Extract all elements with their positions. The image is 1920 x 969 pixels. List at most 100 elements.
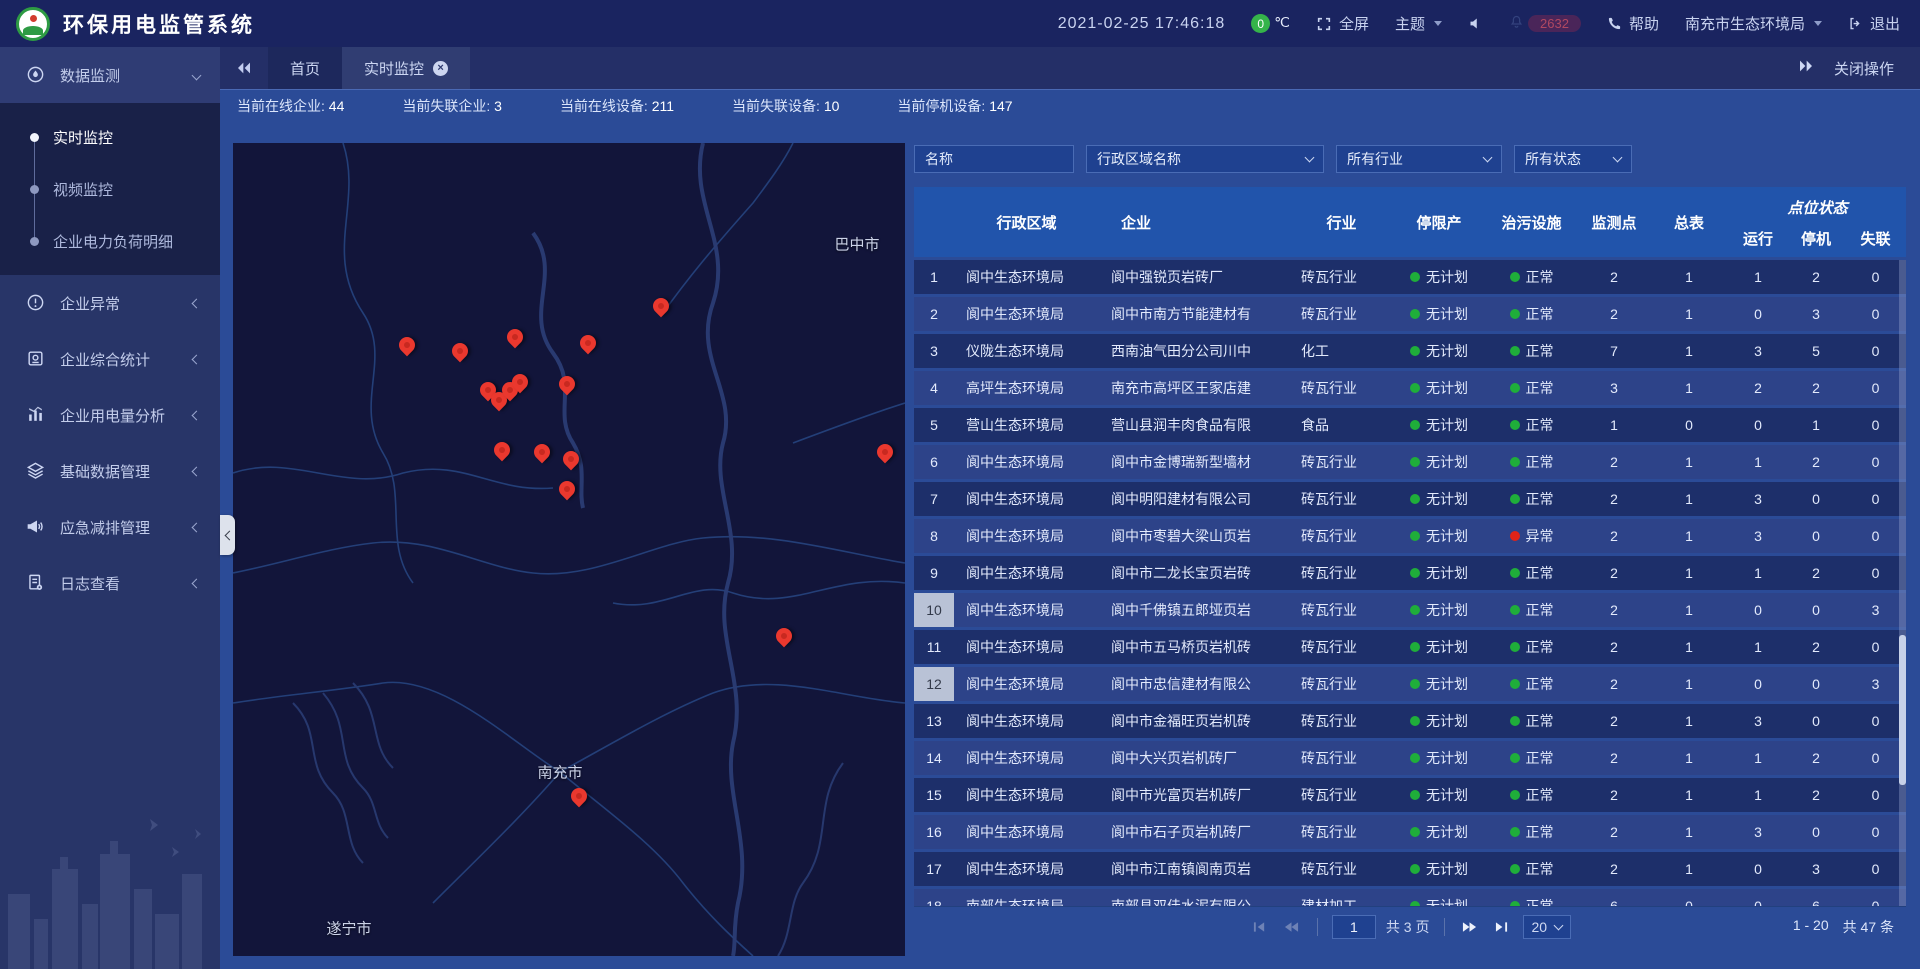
col-row-number	[914, 187, 954, 257]
sidebar-item[interactable]: 数据监测	[0, 47, 220, 103]
page-size-select[interactable]: 20	[1523, 915, 1572, 939]
map-panel[interactable]: 巴中市南充市遂宁市	[233, 143, 905, 956]
table-row[interactable]: 1 阆中生态环境局 阆中强锐页岩砖厂 砖瓦行业 无计划 正常 2 1 1 2 0	[914, 260, 1906, 294]
cell-row-number: 10	[914, 593, 954, 627]
sidebar-item[interactable]: 企业综合统计	[0, 331, 220, 387]
table-row[interactable]: 5 营山生态环境局 营山县润丰肉食品有限 食品 无计划 正常 1 0 0 1 0	[914, 408, 1906, 442]
cell-industry: 砖瓦行业	[1289, 667, 1394, 701]
megaphone-icon	[26, 517, 46, 537]
org-menu[interactable]: 南充市生态环境局	[1685, 13, 1822, 34]
last-page-button[interactable]	[1491, 916, 1513, 938]
sidebar-item[interactable]: 基础数据管理	[0, 443, 220, 499]
industry-filter-select[interactable]: 所有行业	[1336, 145, 1502, 173]
table-row[interactable]: 10 阆中生态环境局 阆中千佛镇五郎垭页岩 砖瓦行业 无计划 正常 2 1 0 …	[914, 593, 1906, 627]
sidebar-item[interactable]: 日志查看	[0, 555, 220, 611]
cell-company: 阆中市金福旺页岩机砖	[1099, 704, 1289, 738]
table-row[interactable]: 4 高坪生态环境局 南充市高坪区王家店建 砖瓦行业 无计划 正常 3 1 2 2…	[914, 371, 1906, 405]
sidebar-item-label: 企业用电量分析	[60, 405, 165, 426]
cell-company: 阆中市南方节能建材有	[1099, 297, 1289, 331]
table-row[interactable]: 6 阆中生态环境局 阆中市金博瑞新型墙材 砖瓦行业 无计划 正常 2 1 1 2…	[914, 445, 1906, 479]
tabs-scroll-right-button[interactable]	[1798, 59, 1814, 77]
status-dot-icon	[1410, 753, 1420, 763]
sidebar-subitem[interactable]: 实时监控	[0, 111, 220, 163]
theme-menu[interactable]: 主题	[1395, 13, 1442, 34]
table-row[interactable]: 8 阆中生态环境局 阆中市枣碧大梁山页岩 砖瓦行业 无计划 异常 2 1 3 0…	[914, 519, 1906, 553]
sidebar-collapse-handle[interactable]	[220, 515, 235, 555]
tab-realtime-monitor[interactable]: 实时监控 ×	[342, 47, 470, 89]
sidebar-item[interactable]: 企业异常	[0, 275, 220, 331]
tab-close-icon[interactable]: ×	[433, 61, 448, 76]
cell-industry: 建材加工	[1289, 889, 1394, 906]
stat-item: 当前停机设备: 147	[897, 96, 1012, 116]
status-filter-select[interactable]: 所有状态	[1514, 145, 1632, 173]
status-dot-icon	[1510, 679, 1520, 689]
page-number-input[interactable]	[1332, 915, 1376, 939]
cell-total-meter: 0	[1649, 889, 1729, 906]
cell-row-number: 6	[914, 445, 954, 479]
cell-facility-status: 正常	[1484, 741, 1579, 775]
cell-company: 南充市高坪区王家店建	[1099, 371, 1289, 405]
mute-button[interactable]	[1468, 16, 1483, 31]
region-filter-select[interactable]: 行政区域名称	[1086, 145, 1324, 173]
cell-lost-count: 0	[1845, 741, 1906, 775]
cell-limit-status: 无计划	[1394, 371, 1484, 405]
app-title: 环保用电监管系统	[63, 9, 255, 39]
cell-company: 南部县双佳水泥有限公	[1099, 889, 1289, 906]
table-row[interactable]: 16 阆中生态环境局 阆中市石子页岩机砖厂 砖瓦行业 无计划 正常 2 1 3 …	[914, 815, 1906, 849]
cell-run-count: 1	[1729, 445, 1787, 479]
table-row[interactable]: 3 仪陇生态环境局 西南油气田分公司川中 化工 无计划 正常 7 1 3 5 0	[914, 334, 1906, 368]
cell-facility-status: 正常	[1484, 667, 1579, 701]
tabs-scroll-left-button[interactable]	[220, 47, 268, 89]
logout-button[interactable]: 退出	[1848, 13, 1900, 34]
status-dot-icon	[1410, 420, 1420, 430]
sidebar-subitem-label: 企业电力负荷明细	[53, 231, 173, 252]
tab-home[interactable]: 首页	[268, 47, 342, 89]
table-row[interactable]: 12 阆中生态环境局 阆中市忠信建材有限公 砖瓦行业 无计划 正常 2 1 0 …	[914, 667, 1906, 701]
cell-facility-status: 正常	[1484, 778, 1579, 812]
next-page-button[interactable]	[1459, 916, 1481, 938]
name-filter-input[interactable]	[914, 145, 1074, 173]
chevron-down-icon	[1483, 153, 1493, 163]
table-row[interactable]: 9 阆中生态环境局 阆中市二龙长宝页岩砖 砖瓦行业 无计划 正常 2 1 1 2…	[914, 556, 1906, 590]
sidebar-item[interactable]: 应急减排管理	[0, 499, 220, 555]
sidebar-subitem[interactable]: 视频监控	[0, 163, 220, 215]
table-row[interactable]: 11 阆中生态环境局 阆中市五马桥页岩机砖 砖瓦行业 无计划 正常 2 1 1 …	[914, 630, 1906, 664]
col-group-point-status: 点位状态	[1729, 187, 1906, 220]
range-label: 1 - 20	[1793, 917, 1829, 937]
table-row[interactable]: 18 南部生态环境局 南部县双佳水泥有限公 建材加工 无计划 正常 6 0 0 …	[914, 889, 1906, 906]
first-page-button[interactable]	[1249, 916, 1271, 938]
cell-industry: 砖瓦行业	[1289, 297, 1394, 331]
cell-total-meter: 1	[1649, 260, 1729, 294]
status-dot-icon	[1510, 531, 1520, 541]
sidebar-subitem[interactable]: 企业电力负荷明细	[0, 215, 220, 267]
table-row[interactable]: 2 阆中生态环境局 阆中市南方节能建材有 砖瓦行业 无计划 正常 2 1 0 3…	[914, 297, 1906, 331]
cell-limit-status: 无计划	[1394, 852, 1484, 886]
cell-industry: 砖瓦行业	[1289, 593, 1394, 627]
cell-monitor-count: 2	[1579, 778, 1649, 812]
help-button[interactable]: 帮助	[1607, 13, 1659, 34]
chevron-left-icon	[192, 354, 202, 364]
table-scrollbar[interactable]	[1899, 260, 1906, 906]
table-row[interactable]: 13 阆中生态环境局 阆中市金福旺页岩机砖 砖瓦行业 无计划 正常 2 1 3 …	[914, 704, 1906, 738]
cell-row-number: 14	[914, 741, 954, 775]
map-city-label: 南充市	[537, 762, 582, 783]
next-page-icon	[1462, 921, 1477, 933]
fullscreen-button[interactable]: 全屏	[1316, 13, 1369, 34]
cell-run-count: 1	[1729, 260, 1787, 294]
stat-value: 211	[652, 98, 674, 114]
cell-run-count: 1	[1729, 630, 1787, 664]
scrollbar-thumb[interactable]	[1899, 635, 1906, 785]
table-row[interactable]: 15 阆中生态环境局 阆中市光富页岩机砖厂 砖瓦行业 无计划 正常 2 1 1 …	[914, 778, 1906, 812]
cell-facility-status: 正常	[1484, 408, 1579, 442]
prev-page-button[interactable]	[1281, 916, 1303, 938]
table-row[interactable]: 7 阆中生态环境局 阆中明阳建材有限公司 砖瓦行业 无计划 正常 2 1 3 0…	[914, 482, 1906, 516]
notification-widget[interactable]: 2632	[1509, 14, 1581, 33]
status-dot-icon	[1410, 531, 1420, 541]
cell-limit-status: 无计划	[1394, 297, 1484, 331]
cell-lost-count: 0	[1845, 630, 1906, 664]
cell-run-count: 1	[1729, 741, 1787, 775]
table-row[interactable]: 17 阆中生态环境局 阆中市江南镇阆南页岩 砖瓦行业 无计划 正常 2 1 0 …	[914, 852, 1906, 886]
table-row[interactable]: 14 阆中生态环境局 阆中大兴页岩机砖厂 砖瓦行业 无计划 正常 2 1 1 2…	[914, 741, 1906, 775]
sidebar-item[interactable]: 企业用电量分析	[0, 387, 220, 443]
close-operations-button[interactable]: 关闭操作	[1834, 58, 1894, 79]
